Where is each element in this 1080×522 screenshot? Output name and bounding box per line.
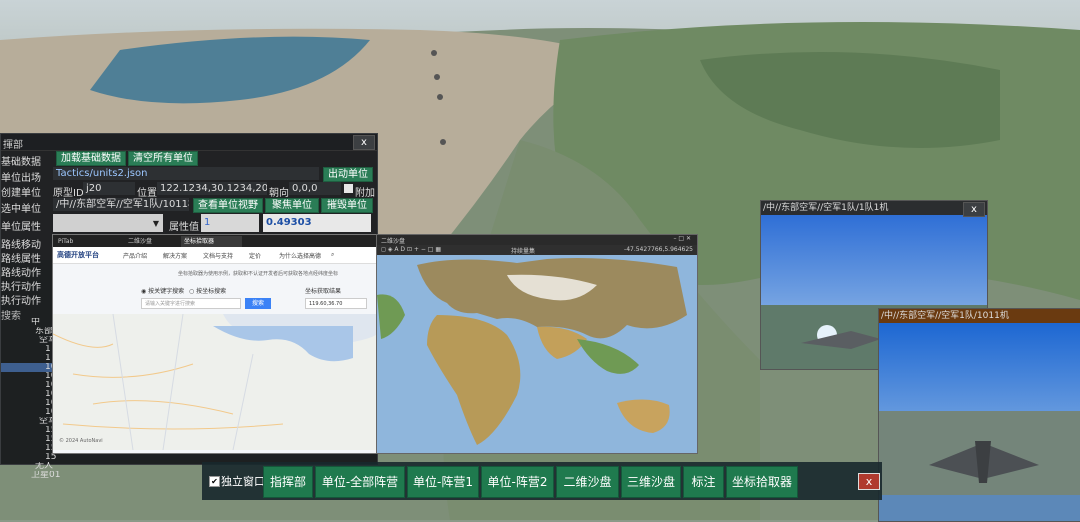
- row-label-unit-deploy: 单位出场: [1, 173, 41, 184]
- world-map-title: 二维沙盘: [381, 238, 406, 245]
- tree-node[interactable]: 15: [1, 453, 63, 462]
- radio-coordinate-label: 按坐标搜索: [196, 288, 227, 295]
- units-all-camps-button[interactable]: 单位-全部阵营: [315, 466, 405, 498]
- deploy-unit-button[interactable]: 出动单位: [323, 167, 373, 182]
- nav-solutions[interactable]: 解决方案: [163, 251, 187, 260]
- radio-keyword[interactable]: ◉ 按关键字搜索: [141, 286, 184, 295]
- camera-view-1-close-button[interactable]: x: [963, 202, 985, 217]
- tab-pitab[interactable]: PiTab: [55, 236, 118, 247]
- coordinate-result-label: 坐标获取结果: [305, 288, 342, 295]
- world-map-titlebar[interactable]: 二维沙盘 – □ ✕: [377, 235, 697, 245]
- coordinate-result-field[interactable]: 119.60,36.70: [305, 298, 367, 309]
- focus-unit-button[interactable]: 聚焦单位: [265, 198, 319, 213]
- world-map-toolbar: ◻ ◈ A D ⊡ + − □ ▦ 持续量集 -47.5427766,5.964…: [377, 245, 697, 255]
- row-label-base-data: 基础数据: [1, 157, 41, 168]
- clear-units-button[interactable]: 清空所有单位: [128, 151, 198, 166]
- position-field[interactable]: 122.1234,30.1234,2000: [157, 182, 267, 195]
- row-label-execute-action-1[interactable]: 执行动作: [1, 278, 41, 293]
- standalone-window-checkbox[interactable]: ✔: [209, 476, 220, 487]
- row-label-execute-action-2[interactable]: 执行动作: [1, 292, 41, 307]
- load-base-data-button[interactable]: 加载基础数据: [56, 151, 126, 166]
- toolbar-close-button[interactable]: x: [858, 473, 880, 490]
- tab-coordinate-picker[interactable]: 坐标拾取器: [181, 236, 242, 247]
- bottom-toolbar: ✔ 独立窗口 指挥部 单位-全部阵营 单位-阵营1 单位-阵营2 二维沙盘 三维…: [202, 462, 882, 500]
- unit-file-field[interactable]: Tactics/units2.json: [53, 167, 319, 180]
- tree-node[interactable]: 无人: [1, 462, 63, 471]
- row-label-route-action[interactable]: 路线动作: [1, 264, 41, 279]
- picker-notice: 坐标拾取器为使用示例，获取和不认证开发者后可获取各地点经纬度坐标: [178, 271, 339, 277]
- attribute-select[interactable]: ▼: [53, 214, 163, 232]
- camera-view-1-titlebar[interactable]: /中//东部空军//空军1队/1队1机 x: [761, 201, 987, 217]
- tree-node[interactable]: 卫星01: [1, 471, 63, 480]
- nav-product[interactable]: 产品介绍: [123, 251, 147, 260]
- row-label-unit-attr: 单位属性: [1, 222, 41, 233]
- site-navbar: 高德开放平台 产品介绍 解决方案 文档与支持 定价 为什么选择高德 ⌕: [53, 247, 377, 264]
- attach-checkbox[interactable]: [344, 184, 353, 193]
- map-copyright: © 2024 AutoNavi: [59, 437, 103, 444]
- view-unit-fov-button[interactable]: 查看单位视野: [193, 198, 263, 213]
- picker-content: 坐标拾取器为使用示例，获取和不认证开发者后可获取各地点经纬度坐标 ◉ 按关键字搜…: [53, 264, 377, 453]
- command-panel-button[interactable]: 指挥部: [263, 466, 313, 498]
- units-camp2-button[interactable]: 单位-阵营2: [481, 466, 554, 498]
- nav-pricing[interactable]: 定价: [249, 251, 261, 260]
- measure-tool[interactable]: 持续量集: [511, 246, 535, 255]
- command-panel-title: 揮部: [3, 140, 23, 151]
- camera-view-2-titlebar[interactable]: /中//东部空军//空军1队/1011机: [879, 309, 1080, 323]
- annotation-button[interactable]: 标注: [683, 466, 724, 498]
- amap-logo[interactable]: 高德开放平台: [57, 250, 99, 260]
- radio-keyword-label: 按关键字搜索: [148, 288, 185, 295]
- attr-value-field[interactable]: 1: [201, 214, 259, 232]
- 3d-sandbox-button[interactable]: 三维沙盘: [621, 466, 681, 498]
- camera-view-1-title: /中//东部空军//空军1队/1队1机: [763, 203, 889, 213]
- attach-label: 附加: [355, 188, 375, 199]
- camera-view-2: /中//东部空军//空军1队/1011机: [878, 308, 1080, 522]
- selected-unit-field[interactable]: /中//东部空军//空军1队/1011机: [53, 198, 189, 211]
- position-label: 位置: [137, 188, 157, 199]
- prototype-id-label: 原型ID: [53, 188, 84, 199]
- destroy-unit-button[interactable]: 摧毁单位: [321, 198, 373, 213]
- search-button[interactable]: 搜索: [245, 298, 271, 309]
- heading-field[interactable]: 0,0,0: [289, 182, 341, 195]
- tab-2d-sandbox[interactable]: 二维沙盘: [125, 236, 178, 247]
- nav-why[interactable]: 为什么选择高德: [279, 251, 321, 260]
- coordinate-picker-button[interactable]: 坐标拾取器: [726, 466, 798, 498]
- search-icon[interactable]: ⌕: [331, 251, 334, 259]
- standalone-window-label: 独立窗口: [221, 475, 265, 488]
- row-label-create-unit: 创建单位: [1, 188, 41, 199]
- camera-view-2-scene[interactable]: [879, 323, 1080, 521]
- coordinate-picker-window: PiTab 二维沙盘 坐标拾取器 高德开放平台 产品介绍 解决方案 文档与支持 …: [52, 234, 378, 454]
- nav-docs[interactable]: 文档与支持: [203, 251, 233, 260]
- command-panel-close-button[interactable]: x: [353, 135, 375, 150]
- cursor-coordinate-readout: -47.5427766,5.964625: [624, 246, 693, 253]
- world-relief-map[interactable]: [377, 255, 697, 453]
- prototype-id-field[interactable]: j20: [83, 182, 135, 195]
- row-label-route-move[interactable]: 路线移动: [1, 236, 41, 251]
- browser-tab-bar: PiTab 二维沙盘 坐标拾取器: [53, 235, 377, 247]
- world-map-window: 二维沙盘 – □ ✕ ◻ ◈ A D ⊡ + − □ ▦ 持续量集 -47.54…: [376, 234, 698, 454]
- units-camp1-button[interactable]: 单位-阵营1: [407, 466, 479, 498]
- 2d-sandbox-button[interactable]: 二维沙盘: [556, 466, 619, 498]
- attr-result-field[interactable]: 0.49303: [263, 214, 371, 232]
- row-label-selected-unit: 选中单位: [1, 204, 41, 215]
- command-panel-titlebar[interactable]: 揮部 x: [1, 134, 377, 151]
- radio-coordinate[interactable]: ○ 按坐标搜索: [189, 286, 226, 295]
- keyword-search-input[interactable]: 请输入关键字进行搜索: [141, 298, 241, 309]
- camera-view-2-title: /中//东部空军//空军1队/1011机: [881, 311, 1009, 321]
- heading-label: 朝向: [269, 188, 289, 199]
- china-east-map[interactable]: © 2024 AutoNavi: [53, 314, 377, 450]
- chevron-down-icon: ▼: [152, 219, 159, 228]
- attr-value-label: 属性值: [169, 222, 199, 233]
- map-tool-icons[interactable]: ◻ ◈ A D ⊡ + − □ ▦: [381, 246, 441, 253]
- window-controls-icon[interactable]: – □ ✕: [673, 235, 691, 242]
- row-label-route-attr[interactable]: 路线属性: [1, 250, 41, 265]
